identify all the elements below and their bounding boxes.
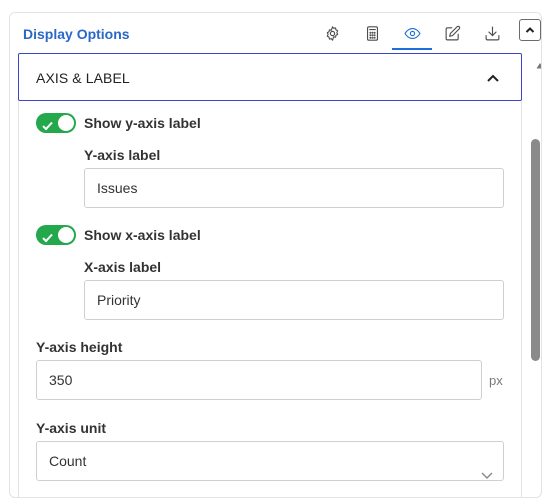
- axis-label-section-header[interactable]: AXIS & LABEL: [18, 53, 522, 101]
- active-tab-indicator: [392, 48, 432, 50]
- scrollbar-thumb[interactable]: [531, 139, 540, 361]
- toggle-knob: [58, 115, 74, 131]
- download-tab[interactable]: [480, 22, 504, 44]
- display-options-panel: Display Options AXIS & LABEL Show y-axis…: [9, 12, 542, 498]
- download-icon: [485, 26, 499, 40]
- gear-icon: [326, 25, 338, 41]
- show-y-axis-label-text: Show y-axis label: [84, 115, 201, 131]
- chevron-up-icon: [486, 71, 500, 85]
- edit-icon: [445, 25, 460, 40]
- eye-icon: [403, 27, 421, 39]
- x-axis-label-input[interactable]: Priority: [84, 280, 504, 320]
- y-axis-unit-label: Y-axis unit: [36, 420, 107, 436]
- y-axis-unit-selected-value: Count: [49, 453, 87, 469]
- check-icon: [42, 118, 53, 131]
- calculator-icon: [366, 25, 378, 41]
- y-axis-label-field-label: Y-axis label: [84, 147, 161, 163]
- x-axis-label-field-label: X-axis label: [84, 259, 162, 275]
- show-x-axis-label-toggle[interactable]: [36, 225, 76, 245]
- section-title: AXIS & LABEL: [36, 70, 130, 86]
- show-x-axis-label-text: Show x-axis label: [84, 227, 201, 243]
- triangle-up-icon: [536, 63, 541, 69]
- y-axis-height-label: Y-axis height: [36, 339, 123, 355]
- calculator-tab[interactable]: [360, 22, 384, 44]
- y-axis-label-input[interactable]: Issues: [84, 168, 504, 208]
- panel-header: Display Options: [10, 13, 541, 53]
- display-tab[interactable]: [400, 22, 424, 44]
- settings-tab[interactable]: [320, 22, 344, 44]
- panel-title: Display Options: [23, 26, 130, 42]
- y-axis-unit-select[interactable]: Count: [36, 441, 504, 481]
- edit-tab[interactable]: [440, 22, 464, 44]
- collapse-panel-button[interactable]: [519, 19, 541, 41]
- chevron-up-icon: [525, 27, 535, 33]
- chevron-down-icon: [481, 456, 493, 479]
- show-y-axis-label-toggle[interactable]: [36, 113, 76, 133]
- scroll-up-arrow[interactable]: [534, 59, 541, 71]
- toggle-knob: [58, 227, 74, 243]
- y-axis-height-input[interactable]: 350: [36, 360, 482, 400]
- check-icon: [42, 230, 53, 243]
- y-axis-height-unit: px: [489, 373, 503, 388]
